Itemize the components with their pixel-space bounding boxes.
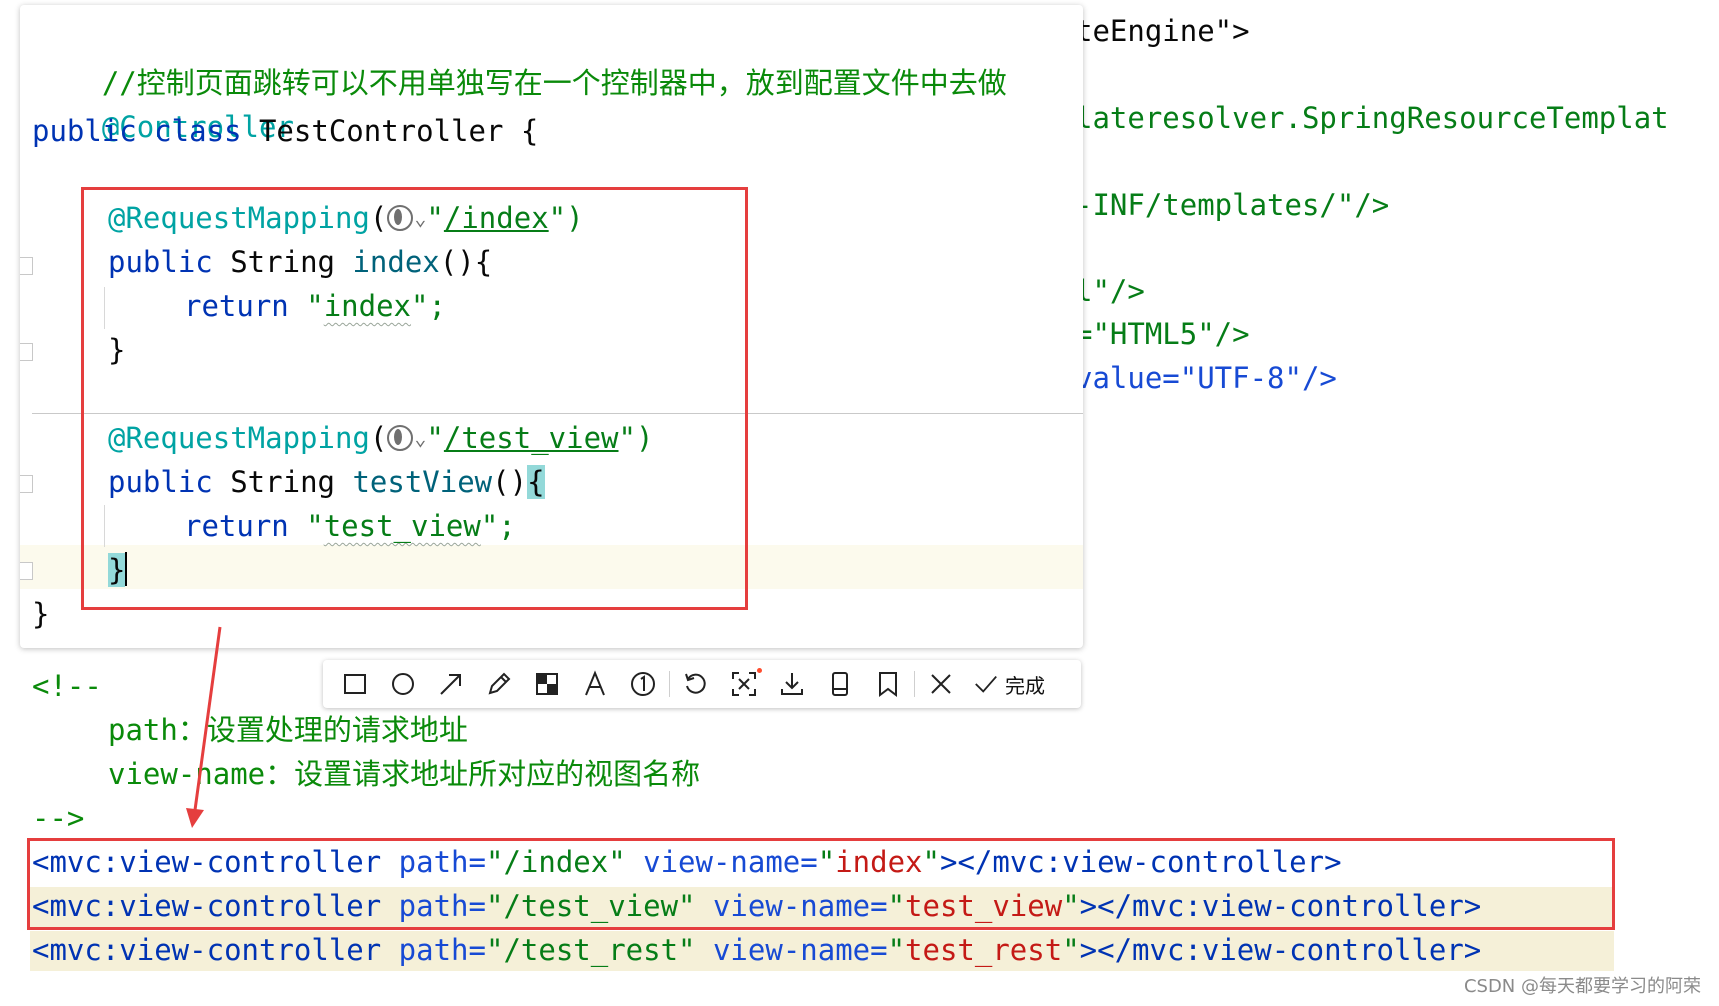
done-button[interactable]: 完成 [965, 670, 1045, 699]
tag-end: > [1463, 933, 1482, 967]
bg-code-text: teEngine"> [1075, 14, 1250, 48]
fold-marker-icon[interactable] [20, 343, 33, 361]
bg-code-line: lateresolver.SpringResourceTemplat [1075, 98, 1669, 138]
download-icon[interactable] [768, 664, 816, 704]
viewname-label: view-name： [108, 757, 295, 791]
done-label: 完成 [1005, 673, 1045, 698]
bg-code-line: teEngine"> [1075, 11, 1250, 51]
viewname-description: 设置请求地址所对应的视图名称 [294, 757, 701, 791]
bg-code-text: lateresolver.SpringResourceTemplat [1075, 101, 1669, 135]
bg-code-text: -INF/templates/"/> [1075, 188, 1390, 222]
java-code-panel: //控制页面跳转可以不用单独写在一个控制器中，放到配置文件中去做 @Contro… [20, 5, 1083, 648]
attr-path-value: "/test_rest" [485, 933, 696, 967]
arrow-icon[interactable] [427, 664, 475, 704]
fold-marker-icon[interactable] [20, 257, 33, 275]
attr-view-name: view-name= [695, 933, 888, 967]
close-icon[interactable] [917, 664, 965, 704]
tag-close-part: ></ [1079, 933, 1133, 967]
bg-code-line: ="HTML5"/> [1075, 314, 1250, 354]
path-label: path： [108, 713, 207, 747]
tag-bracket: < [32, 933, 50, 967]
pin-icon[interactable] [816, 664, 864, 704]
number-icon[interactable] [619, 664, 667, 704]
xml-comment-close-text: --> [32, 801, 85, 835]
bg-code-line: -INF/templates/"/> [1075, 185, 1389, 225]
view-value: test_rest [905, 933, 1063, 967]
path-description: 设置处理的请求地址 [206, 713, 468, 747]
brace-close: } [32, 597, 50, 631]
xml-comment-close: --> [32, 798, 84, 838]
watermark: CSDN @每天都要学习的阿荣 [1463, 976, 1701, 997]
xml-comment-open: <!-- [32, 666, 102, 706]
pencil-icon[interactable] [475, 664, 523, 704]
toolbar-divider [914, 671, 915, 697]
fold-marker-icon[interactable] [20, 562, 33, 580]
attr-path: path= [381, 933, 486, 967]
xml-comment-open-text: <!-- [32, 669, 102, 703]
check-icon [975, 675, 997, 693]
ocr-icon[interactable] [720, 664, 768, 704]
tag-name: mvc:view-controller [1132, 933, 1464, 967]
code-line-class: public class TestController { [32, 111, 538, 151]
path-value: /test_rest [503, 933, 679, 967]
notification-dot [757, 668, 762, 673]
xml-comment-viewname-line: view-name：设置请求地址所对应的视图名称 [108, 754, 700, 794]
toolbar-divider [669, 671, 670, 697]
fold-marker-icon[interactable] [20, 475, 33, 493]
undo-icon[interactable] [672, 664, 720, 704]
bg-code-text: l"/> [1075, 274, 1145, 308]
text-icon[interactable] [571, 664, 619, 704]
bg-code-line: value="UTF-8"/> [1075, 358, 1337, 398]
bg-code-text: value="UTF-8"/> [1075, 361, 1337, 395]
annotation-highlight-box [81, 187, 748, 610]
attr-view-value: "test_rest" [887, 933, 1080, 967]
bg-code-line: l"/> [1075, 271, 1145, 311]
bookmark-icon[interactable] [864, 664, 912, 704]
class-name: TestController { [241, 114, 539, 148]
xml-highlight-box [27, 838, 1615, 930]
keyword-public-class: public class [32, 114, 242, 148]
xml-comment-path-line: path：设置处理的请求地址 [108, 710, 468, 750]
circle-icon[interactable] [379, 664, 427, 704]
code-line-class-close: } [32, 594, 49, 634]
rectangle-icon[interactable] [331, 664, 379, 704]
bg-code-text: ="HTML5"/> [1075, 317, 1250, 351]
mosaic-icon[interactable] [523, 664, 571, 704]
xml-row-2: <mvc:view-controller path="/test_rest" v… [32, 930, 1481, 970]
screenshot-toolbar: 完成 [323, 660, 1081, 708]
tag-name: mvc:view-controller [49, 933, 382, 967]
